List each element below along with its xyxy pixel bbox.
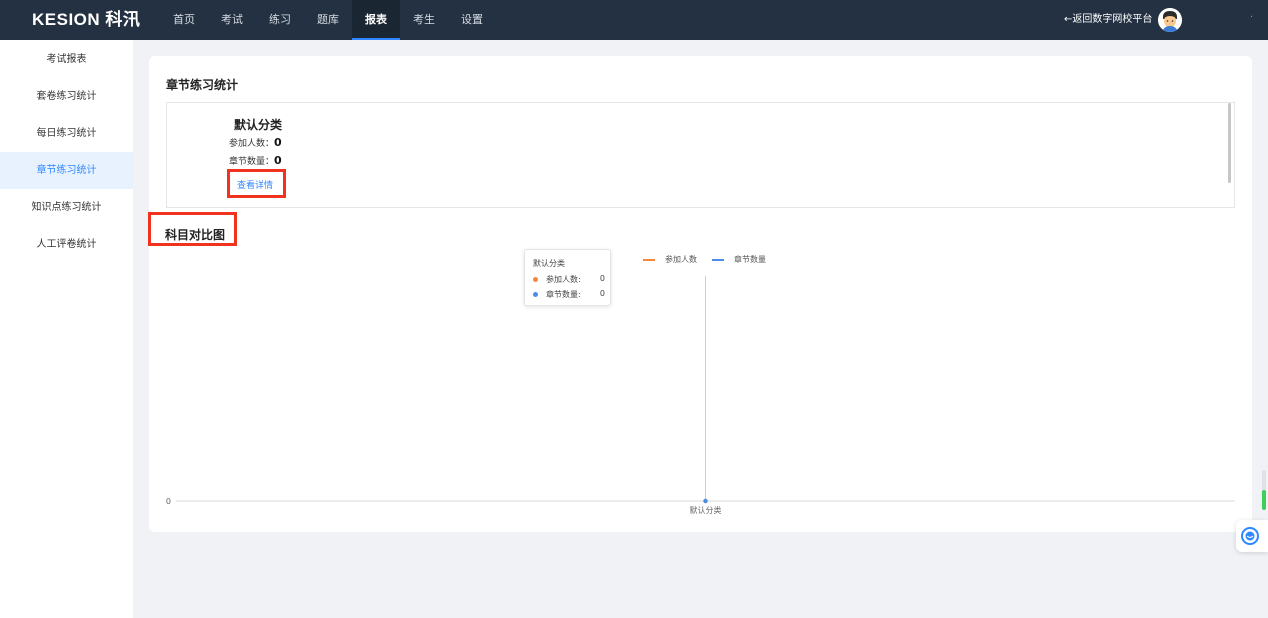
y-tick-label: 0 [166,497,171,506]
chapters-label: 章节数量： [229,157,275,167]
tooltip-row-participants: 参加人数: 0 [533,274,605,286]
sidebar-item-set-practice-stats[interactable]: 套卷练习统计 [0,78,133,115]
main-nav: 首页 考试 练习 题库 报表 考生 设置 [160,0,496,40]
nav-students[interactable]: 考生 [400,0,448,40]
tooltip-dot-chapters [533,292,538,297]
legend-item-chapters[interactable]: 章节数量 [712,254,766,265]
sidebar: 考试报表 套卷练习统计 每日练习统计 章节练习统计 知识点练习统计 人工评卷统计 [0,40,133,618]
chapters-stat: 章节数量：0 [229,154,282,167]
legend-item-participants[interactable]: 参加人数 [643,254,697,265]
sidebar-item-manual-grading-stats[interactable]: 人工评卷统计 [0,226,133,263]
nav-reports[interactable]: 报表 [352,0,400,40]
nav-question-bank[interactable]: 题库 [304,0,352,40]
legend-line-participants [643,258,655,261]
tooltip-label-participants: 参加人数: [546,275,581,284]
back-to-platform-link[interactable]: ←返回数字网校平台 [1064,0,1152,40]
tooltip-row-chapters: 章节数量: 0 [533,289,605,301]
page-scroll-indicator[interactable] [1262,470,1266,510]
nav-exam[interactable]: 考试 [208,0,256,40]
chart-tooltip: 默认分类 参加人数: 0 章节数量: 0 [524,249,611,306]
category-title: 默认分类 [234,118,283,132]
participants-stat: 参加人数：0 [229,136,282,149]
nav-practice[interactable]: 练习 [256,0,304,40]
participants-label: 参加人数： [229,139,275,149]
tooltip-value-chapters: 0 [599,289,605,298]
legend-line-chapters [712,258,724,261]
more-menu-icon[interactable]: · [1250,12,1253,23]
data-point-1 [703,498,708,504]
tooltip-title: 默认分类 [533,259,565,268]
chapters-value: 0 [274,154,282,167]
sidebar-item-daily-practice-stats[interactable]: 每日练习统计 [0,115,133,152]
kesion-logo[interactable]: KESION 科汛 [32,0,140,40]
page-title: 章节练习统计 [166,78,239,92]
legend-label-participants: 参加人数 [665,255,697,264]
participants-value: 0 [274,136,282,149]
user-avatar-icon[interactable] [1158,8,1182,32]
top-navbar: KESION 科汛 首页 考试 练习 题库 报表 考生 设置 ←返回数字网校平台… [0,0,1268,40]
nav-settings[interactable]: 设置 [448,0,496,40]
page-scroll-fill [1262,490,1266,510]
main-card: 章节练习统计 默认分类 参加人数：0 章节数量：0 查看详情 科目对比图 参加人… [148,56,1252,532]
nav-home[interactable]: 首页 [160,0,208,40]
legend-label-chapters: 章节数量 [734,255,766,264]
chat-service-icon [1241,527,1259,545]
highlight-box-chart-title [148,212,237,246]
sidebar-item-chapter-practice-stats[interactable]: 章节练习统计 [0,152,133,189]
sidebar-item-exam-report[interactable]: 考试报表 [0,41,133,78]
tooltip-label-chapters: 章节数量: [546,290,581,299]
x-tick-label: 默认分类 [690,505,722,515]
customer-service-button[interactable] [1236,520,1268,552]
tooltip-value-participants: 0 [599,274,605,283]
sidebar-item-knowledge-point-stats[interactable]: 知识点练习统计 [0,189,133,226]
category-box-scrollbar[interactable] [1228,103,1231,183]
category-stats-box: 默认分类 参加人数：0 章节数量：0 查看详情 [166,102,1235,208]
highlight-box-details [227,169,286,198]
data-point-0 [703,498,708,504]
tooltip-dot-participants [533,277,538,282]
